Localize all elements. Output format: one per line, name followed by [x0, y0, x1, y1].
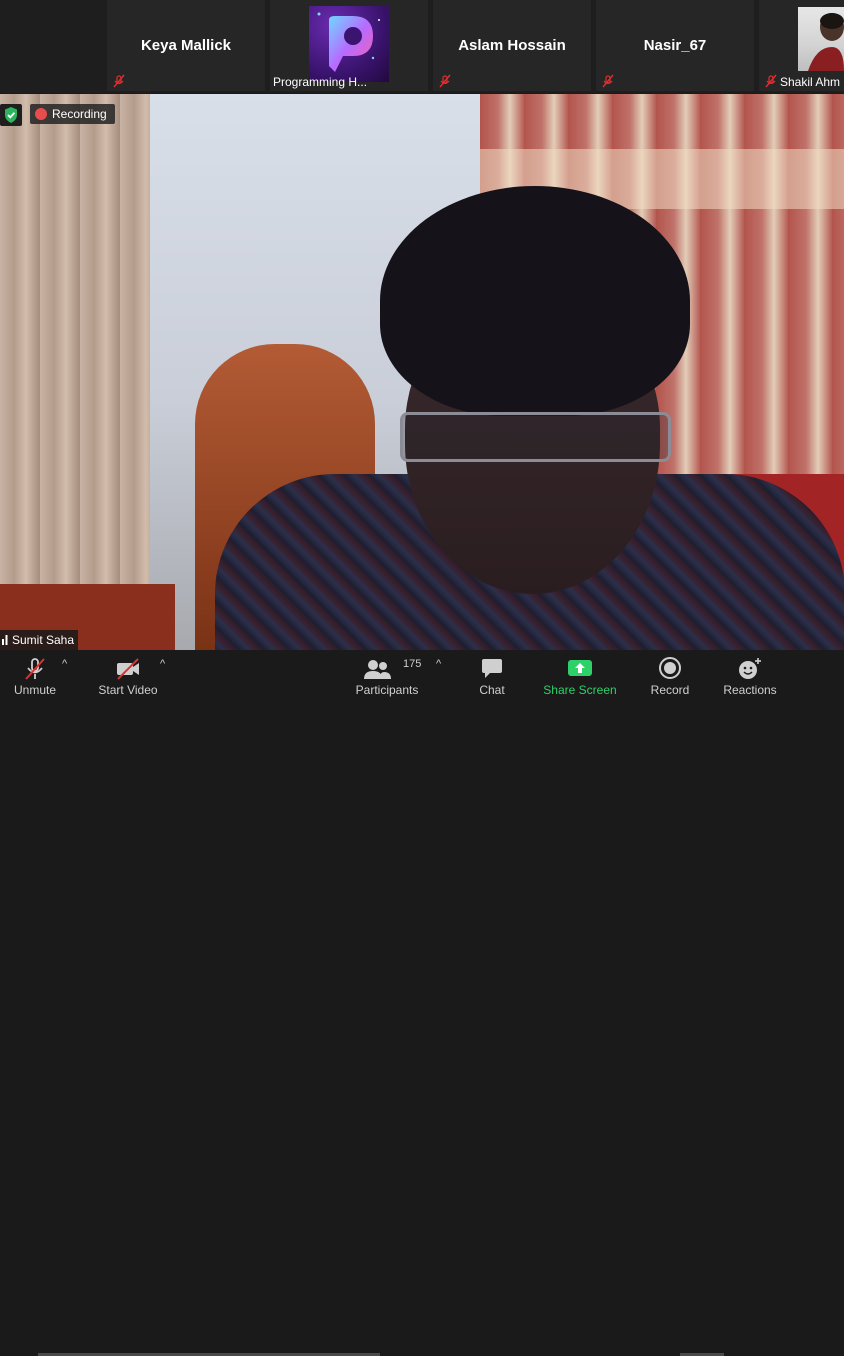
- muted-mic-icon: [439, 74, 451, 88]
- reactions-icon: [739, 658, 761, 679]
- speaker-figure: [400, 412, 671, 462]
- security-badge[interactable]: [0, 104, 22, 126]
- participants-icon: [364, 660, 391, 679]
- recording-dot-icon: [35, 108, 47, 120]
- muted-mic-icon: [765, 74, 777, 88]
- caret-up-icon[interactable]: ^: [436, 658, 441, 670]
- recording-label: Recording: [52, 107, 107, 121]
- share-screen-button[interactable]: Share Screen: [542, 650, 618, 706]
- caret-up-icon[interactable]: ^: [62, 658, 67, 670]
- participant-strip: Keya Mallick Programming H... Aslam Hoss…: [0, 0, 844, 93]
- audio-level-icon: [2, 635, 8, 645]
- active-speaker-video[interactable]: [0, 94, 844, 650]
- recording-indicator[interactable]: Recording: [30, 104, 115, 124]
- programming-hero-logo: [309, 6, 389, 82]
- participant-tile[interactable]: Nasir_67: [596, 0, 754, 91]
- muted-mic-icon: [113, 74, 125, 88]
- participant-name: Keya Mallick: [140, 37, 232, 54]
- participant-name: Shakil Ahm: [780, 75, 841, 89]
- reactions-label: Reactions: [723, 683, 777, 697]
- shield-check-icon: [5, 107, 17, 123]
- meeting-toolbar: Unmute ^ Start Video ^ Participants 175 …: [0, 650, 844, 1356]
- share-screen-icon: [568, 660, 592, 676]
- participants-count: 175: [403, 658, 422, 670]
- unmute-label: Unmute: [13, 683, 57, 697]
- caret-up-icon[interactable]: ^: [160, 658, 165, 670]
- share-screen-label: Share Screen: [543, 683, 617, 697]
- participant-tile[interactable]: Keya Mallick: [107, 0, 265, 91]
- mic-off-icon: [25, 658, 45, 680]
- record-icon: [659, 657, 681, 679]
- record-label: Record: [650, 683, 690, 697]
- participants-label: Participants: [355, 683, 419, 697]
- participant-name: Nasir_67: [643, 37, 707, 54]
- speaker-name-tag: Sumit Saha: [0, 630, 79, 650]
- start-video-label: Start Video: [98, 683, 158, 697]
- speaker-figure: [380, 186, 690, 416]
- reactions-button[interactable]: Reactions: [720, 650, 780, 706]
- unmute-button[interactable]: Unmute: [0, 650, 70, 706]
- chat-button[interactable]: Chat: [470, 650, 514, 706]
- start-video-button[interactable]: Start Video: [92, 650, 164, 706]
- chat-label: Chat: [479, 683, 505, 697]
- chat-icon: [482, 659, 502, 678]
- muted-mic-icon: [602, 74, 614, 88]
- speaker-name: Sumit Saha: [12, 633, 75, 647]
- participant-tile[interactable]: Shakil Ahm: [759, 0, 844, 91]
- video-off-icon: [117, 658, 139, 680]
- participant-photo: [798, 7, 844, 71]
- participant-tile[interactable]: Programming H...: [270, 0, 428, 91]
- record-button[interactable]: Record: [646, 650, 694, 706]
- participant-tile[interactable]: Aslam Hossain: [433, 0, 591, 91]
- video-background: [0, 94, 165, 650]
- participant-name: Programming H...: [273, 75, 368, 89]
- participant-name: Aslam Hossain: [458, 37, 566, 54]
